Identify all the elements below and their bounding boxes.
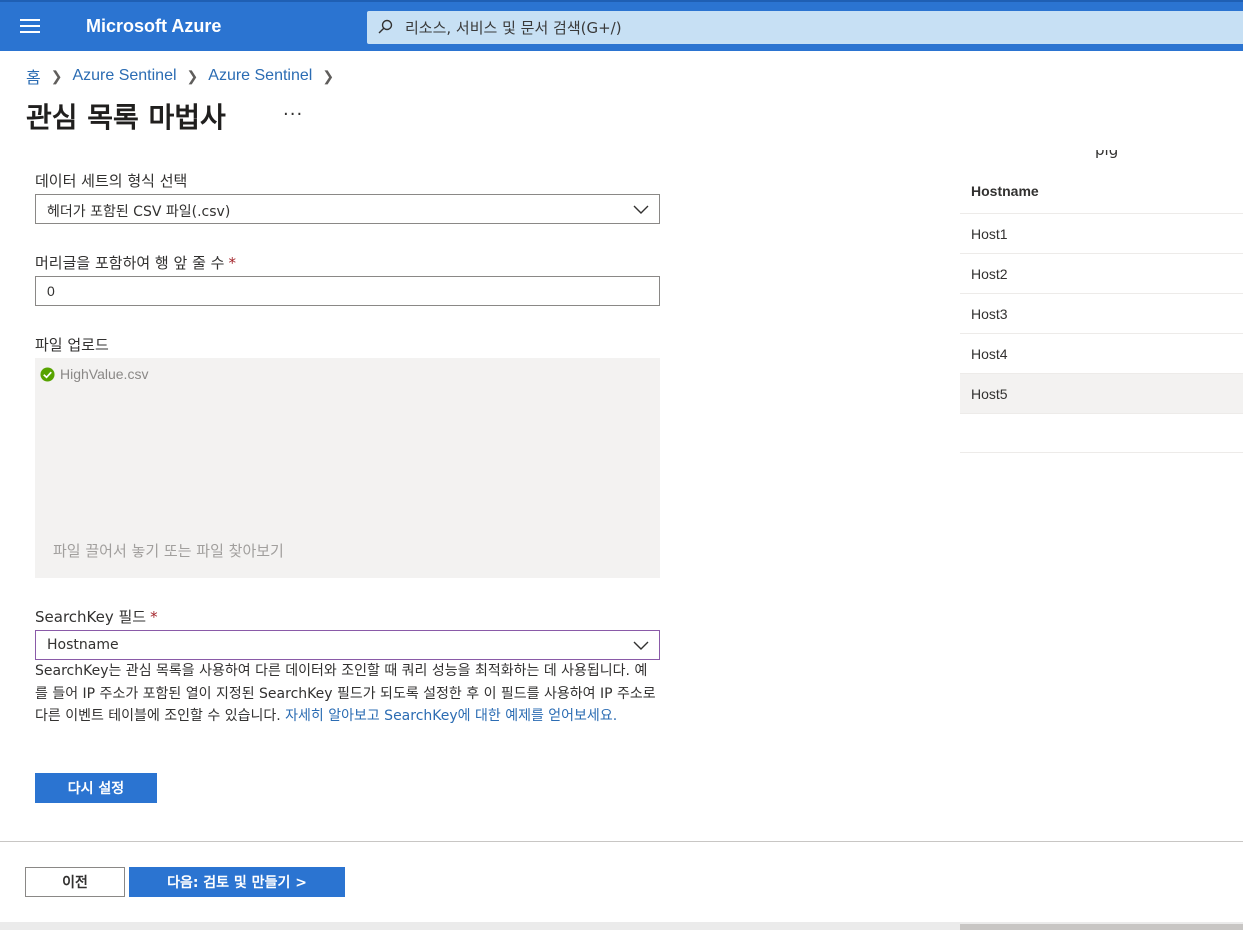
lines-field[interactable] xyxy=(35,276,660,306)
table-empty-row xyxy=(960,413,1243,453)
searchkey-label: SearchKey 필드 * xyxy=(35,606,158,627)
table-cell: Host4 xyxy=(971,346,1008,362)
searchkey-select-value: Hostname xyxy=(47,637,119,653)
lines-label-text: 머리글을 포함하여 행 앞 줄 수 xyxy=(35,254,225,272)
breadcrumb-azure-sentinel-2[interactable]: Azure Sentinel xyxy=(208,67,312,85)
required-marker: * xyxy=(150,608,158,626)
format-label: 데이터 세트의 형식 선택 xyxy=(35,172,188,190)
more-options-icon[interactable]: ··· xyxy=(283,104,303,125)
column-header-label: Hostname xyxy=(971,183,1039,199)
format-select[interactable]: 헤더가 포함된 CSV 파일(.csv) xyxy=(35,194,660,224)
chevron-right-icon: ❯ xyxy=(50,67,63,84)
chevron-right-icon: ❯ xyxy=(322,67,335,84)
searchkey-help: SearchKey는 관심 목록을 사용하여 다른 데이터와 조인할 때 쿼리 … xyxy=(35,660,660,728)
drop-hint[interactable]: 파일 끌어서 놓기 또는 파일 찾아보기 xyxy=(53,540,284,561)
learn-more-link[interactable]: 자세히 알아보고 SearchKey에 대한 예제를 얻어보세요. xyxy=(285,708,617,724)
chevron-down-icon xyxy=(633,205,649,214)
table-cell: Host2 xyxy=(971,266,1008,282)
searchkey-label-text: SearchKey 필드 xyxy=(35,608,147,626)
preview-column-header: Hostname xyxy=(960,172,1243,214)
table-row[interactable]: Host1 xyxy=(960,214,1243,254)
table-row[interactable]: Host4 xyxy=(960,334,1243,374)
chevron-right-icon: ❯ xyxy=(186,67,199,84)
lines-label: 머리글을 포함하여 행 앞 줄 수 * xyxy=(35,252,236,273)
searchkey-select[interactable]: Hostname xyxy=(35,630,660,660)
uploaded-file: HighValue.csv xyxy=(40,366,148,382)
page-title: 관심 목록 마법사 xyxy=(26,101,226,134)
upload-label: 파일 업로드 xyxy=(35,336,109,354)
preview-clipped-title: pig xyxy=(1095,150,1145,168)
footer-divider xyxy=(0,841,1243,842)
table-row[interactable]: Host2 xyxy=(960,254,1243,294)
breadcrumb-azure-sentinel[interactable]: Azure Sentinel xyxy=(72,67,176,85)
table-row-selected[interactable]: Host5 xyxy=(960,374,1243,414)
brand-title[interactable]: Microsoft Azure xyxy=(86,16,221,37)
table-cell: Host1 xyxy=(971,226,1008,242)
lines-input[interactable] xyxy=(36,277,659,305)
file-name: HighValue.csv xyxy=(60,366,149,382)
search-icon xyxy=(378,19,393,34)
previous-button[interactable]: 이전 xyxy=(25,867,125,897)
preview-title-fragment: pig xyxy=(1095,150,1119,159)
reset-button[interactable]: 다시 설정 xyxy=(35,773,157,803)
breadcrumb: 홈 ❯ Azure Sentinel ❯ Azure Sentinel ❯ xyxy=(26,64,344,88)
breadcrumb-home[interactable]: 홈 xyxy=(26,64,41,88)
scrollbar-thumb[interactable] xyxy=(960,924,1243,930)
top-bar: Microsoft Azure xyxy=(0,0,1243,51)
check-circle-icon xyxy=(40,366,55,382)
global-search[interactable] xyxy=(367,11,1243,44)
required-marker: * xyxy=(228,254,236,272)
table-row[interactable]: Host3 xyxy=(960,294,1243,334)
menu-icon[interactable] xyxy=(20,19,40,33)
table-cell: Host5 xyxy=(971,386,1008,402)
search-input[interactable] xyxy=(405,11,1205,44)
next-review-create-button[interactable]: 다음: 검토 및 만들기 > xyxy=(129,867,345,897)
file-dropzone[interactable]: HighValue.csv 파일 끌어서 놓기 또는 파일 찾아보기 xyxy=(35,358,660,578)
chevron-down-icon xyxy=(633,641,649,650)
format-select-value: 헤더가 포함된 CSV 파일(.csv) xyxy=(47,204,231,220)
table-cell: Host3 xyxy=(971,306,1008,322)
